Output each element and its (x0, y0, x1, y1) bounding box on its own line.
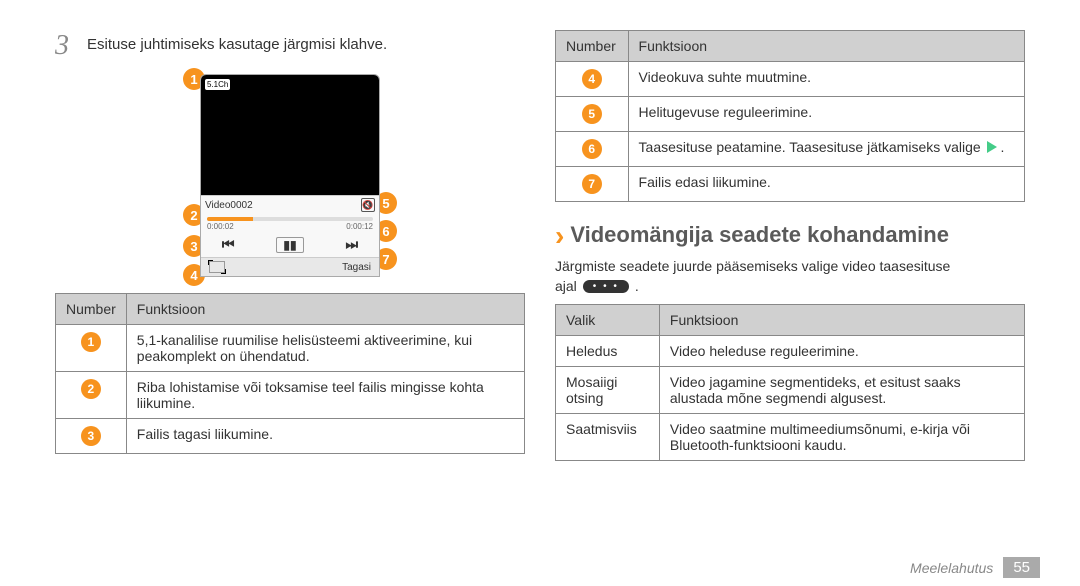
row-func: Videokuva suhte muutmine. (628, 62, 1024, 97)
ajal-row: ajal • • • . (555, 278, 1025, 294)
row-num-icon: 7 (582, 174, 602, 194)
th-function: Funktsioon (659, 305, 1024, 336)
row-num-icon: 2 (81, 379, 101, 399)
row-num-icon: 1 (81, 332, 101, 352)
back-label: Tagasi (342, 262, 371, 273)
th-function: Funktsioon (628, 31, 1024, 62)
time-elapsed: 0:00:02 (207, 222, 234, 231)
row-func: Failis tagasi liikumine. (126, 419, 524, 454)
opt-name: Heledus (556, 336, 660, 367)
footer-section: Meelelahutus (910, 560, 993, 576)
video-player-mock: 5.1Ch Video0002 🔇 0:00:02 0:00:12 ⏮ ▮▮ ⏭ (200, 74, 380, 277)
table-row: 6 Taasesituse peatamine. Taasesituse jät… (556, 132, 1025, 167)
step-3: 3 Esituse juhtimiseks kasutage järgmisi … (55, 30, 525, 62)
aspect-icon (209, 261, 225, 273)
progress-bar (207, 217, 373, 221)
pause-icon: ▮▮ (276, 237, 303, 253)
row-func: Taasesituse peatamine. Taasesituse jätka… (628, 132, 1024, 167)
prev-icon: ⏮ (222, 236, 235, 253)
th-function: Funktsioon (126, 294, 524, 325)
video-name: Video0002 (205, 200, 253, 211)
more-menu-pill-icon: • • • (583, 280, 629, 293)
settings-table: Valik Funktsioon Heledus Video heleduse … (555, 304, 1025, 461)
opt-func: Video saatmine multimeediumsõnumi, e-kir… (659, 414, 1024, 461)
row-func: Riba lohistamise või toksamise teel fail… (126, 372, 524, 419)
row-func: Helitugevuse reguleerimine. (628, 97, 1024, 132)
page-footer: Meelelahutus 55 (40, 557, 1040, 578)
table-row: 3 Failis tagasi liikumine. (56, 419, 525, 454)
row-num-icon: 5 (582, 104, 602, 124)
section-heading: ›Videomängija seadete kohandamine (555, 220, 1025, 252)
row-func: 5,1-kanalilise ruumilise helisüsteemi ak… (126, 325, 524, 372)
row-num-icon: 6 (582, 139, 602, 159)
row-num-icon: 3 (81, 426, 101, 446)
progress-area: 0:00:02 0:00:12 (201, 214, 379, 232)
th-number: Number (556, 31, 629, 62)
table-row: 5 Helitugevuse reguleerimine. (556, 97, 1025, 132)
playback-controls: ⏮ ▮▮ ⏭ (201, 232, 379, 257)
video-screen: 5.1Ch (201, 75, 379, 195)
right-column: Number Funktsioon 4 Videokuva suhte muut… (540, 30, 1040, 576)
footer-page: 55 (1003, 557, 1040, 578)
row-num-icon: 4 (582, 69, 602, 89)
step-number: 3 (55, 30, 77, 62)
table-row: 7 Failis edasi liikumine. (556, 167, 1025, 202)
step-text: Esituse juhtimiseks kasutage järgmisi kl… (87, 30, 387, 53)
chevron-icon: › (555, 220, 564, 251)
opt-name: Mosaiigi otsing (556, 367, 660, 414)
video-title-row: Video0002 🔇 (201, 195, 379, 214)
ajal-text: ajal (555, 278, 577, 294)
time-row: 0:00:02 0:00:12 (207, 222, 373, 231)
table-row: Saatmisviis Video saatmine multimeediums… (556, 414, 1025, 461)
table-row: Heledus Video heleduse reguleerimine. (556, 336, 1025, 367)
table-row: 1 5,1-kanalilise ruumilise helisüsteemi … (56, 325, 525, 372)
controls-table-left: Number Funktsioon 1 5,1-kanalilise ruumi… (55, 293, 525, 454)
section-desc: Järgmiste seadete juurde pääsemiseks val… (555, 258, 1025, 274)
surround-badge: 5.1Ch (205, 79, 230, 90)
play-icon (987, 141, 997, 153)
opt-func: Video heleduse reguleerimine. (659, 336, 1024, 367)
th-number: Number (56, 294, 127, 325)
th-option: Valik (556, 305, 660, 336)
player-bottom-bar: Tagasi (201, 257, 379, 276)
table-row: 2 Riba lohistamise või toksamise teel fa… (56, 372, 525, 419)
controls-table-right: Number Funktsioon 4 Videokuva suhte muut… (555, 30, 1025, 202)
table-row: 4 Videokuva suhte muutmine. (556, 62, 1025, 97)
row-func: Failis edasi liikumine. (628, 167, 1024, 202)
table-row: Mosaiigi otsing Video jagamine segmentid… (556, 367, 1025, 414)
next-icon: ⏭ (345, 236, 358, 253)
opt-func: Video jagamine segmentideks, et esitust … (659, 367, 1024, 414)
left-column: 3 Esituse juhtimiseks kasutage järgmisi … (40, 30, 540, 576)
mute-icon: 🔇 (361, 198, 375, 212)
time-duration: 0:00:12 (346, 222, 373, 231)
player-illustration: 1 2 3 4 5 6 7 5.1Ch Video0002 🔇 0:00 (55, 74, 525, 277)
opt-name: Saatmisviis (556, 414, 660, 461)
